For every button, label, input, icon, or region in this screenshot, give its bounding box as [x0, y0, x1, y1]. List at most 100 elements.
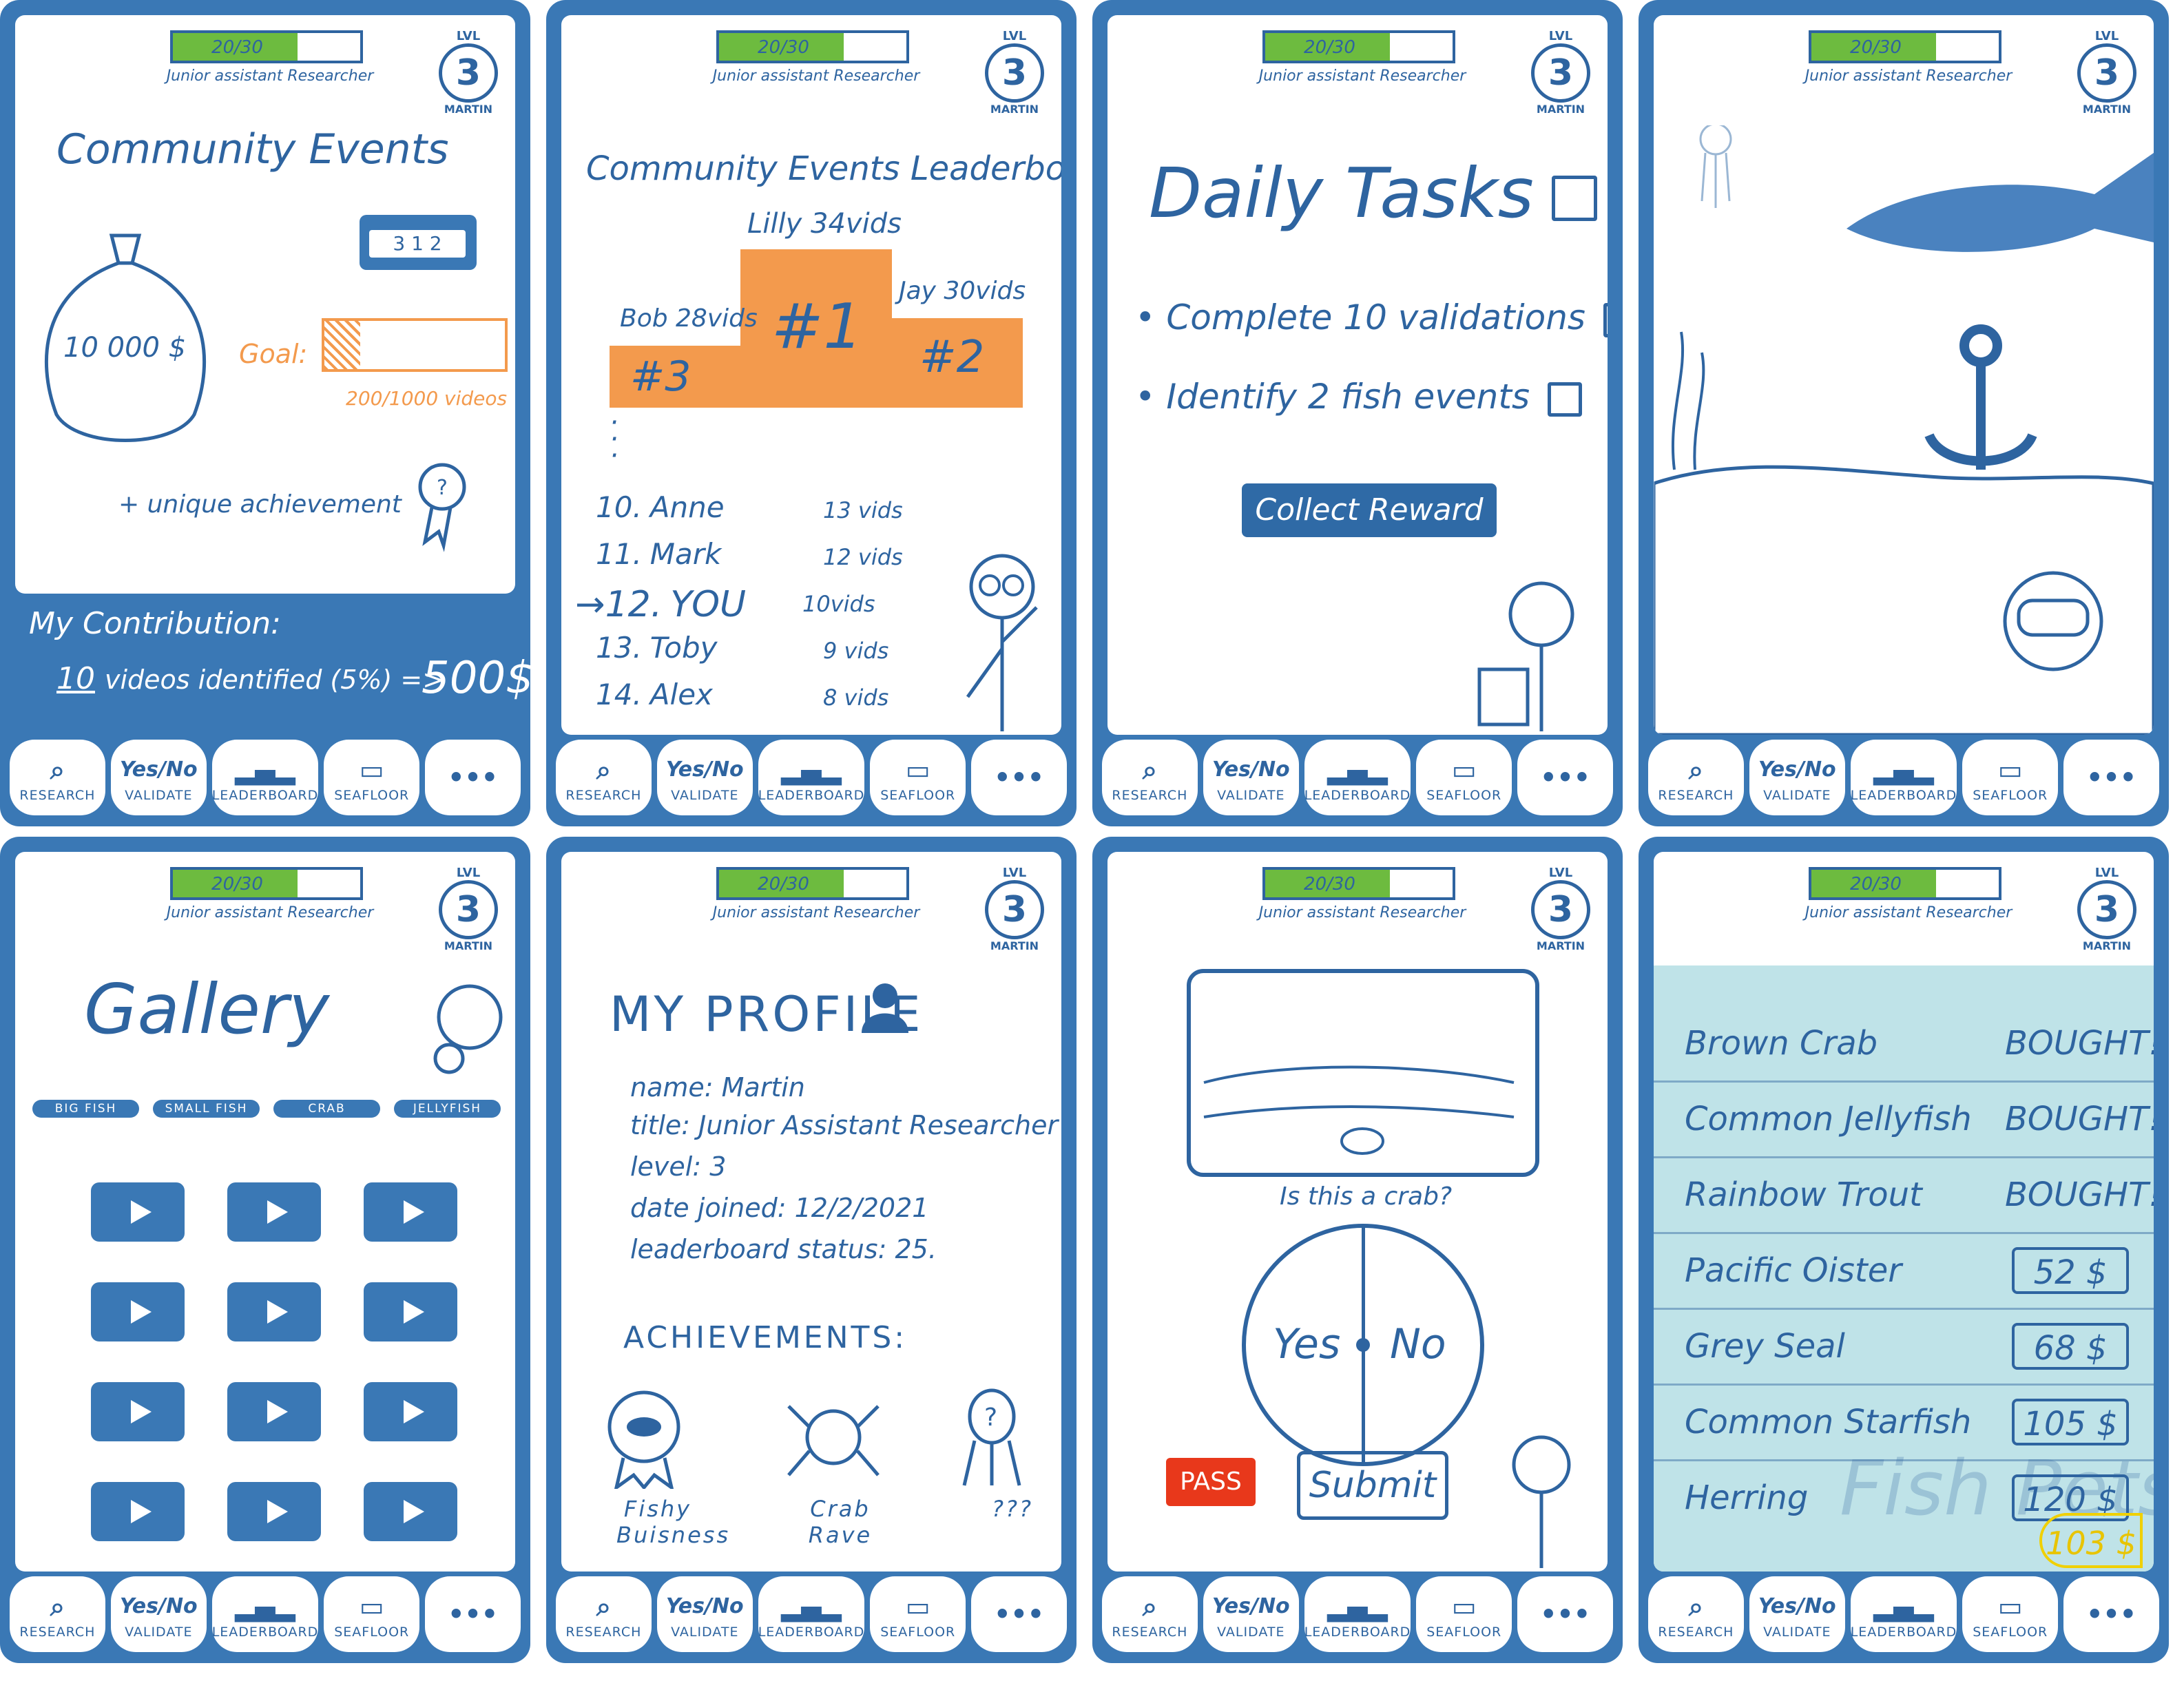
- task-checkbox[interactable]: [1548, 382, 1583, 417]
- level-badge[interactable]: LVL 3 MARTIN: [434, 866, 503, 955]
- pass-button[interactable]: PASS: [1166, 1458, 1256, 1506]
- level-badge[interactable]: LVL 3 MARTIN: [980, 866, 1049, 955]
- level-badge[interactable]: LVL 3 MARTIN: [2072, 29, 2141, 118]
- row-rank: 12.: [605, 584, 663, 625]
- nav-validate-button[interactable]: Yes/No VALIDATE: [656, 740, 753, 815]
- level-badge[interactable]: LVL 3 MARTIN: [1526, 29, 1595, 118]
- nav-more-button[interactable]: •••: [425, 740, 521, 815]
- more-icon: •••: [1540, 762, 1591, 793]
- filter-jellyfish[interactable]: JELLYFISH: [394, 1100, 501, 1118]
- rank-title: Junior assistant Researcher: [1805, 904, 2013, 921]
- nav-seafloor-button[interactable]: ▭ SEAFLOOR: [1962, 740, 2059, 815]
- diver-icon: [2003, 571, 2103, 671]
- rank-title: Junior assistant Researcher: [1258, 67, 1466, 85]
- nav-research-button[interactable]: ⌕ RESEARCH: [1648, 740, 1744, 815]
- nav-research-button[interactable]: ⌕ RESEARCH: [1648, 1576, 1744, 1652]
- nav-leaderboard-button[interactable]: ▂▄▂ LEADERBOARD: [1304, 740, 1411, 815]
- nav-validate-button[interactable]: Yes/No VALIDATE: [656, 1576, 753, 1652]
- filter-small-fish[interactable]: SMALL FISH: [153, 1100, 260, 1118]
- nav-research-button[interactable]: ⌕ RESEARCH: [1102, 1576, 1198, 1652]
- video-thumbnail[interactable]: [91, 1282, 185, 1341]
- podium-third-name: Bob 28vids: [620, 304, 758, 333]
- page-title: Gallery: [84, 969, 330, 1050]
- nav-validate-button[interactable]: Yes/No VALIDATE: [110, 740, 207, 815]
- nav-validate-button[interactable]: Yes/No VALIDATE: [110, 1576, 207, 1652]
- nav-more-button[interactable]: •••: [425, 1576, 521, 1652]
- nav-validate-button[interactable]: Yes/No VALIDATE: [1749, 1576, 1845, 1652]
- buy-price-button[interactable]: 52 $: [2012, 1247, 2129, 1294]
- nav-more-button[interactable]: •••: [1517, 740, 1614, 815]
- nav-leaderboard-button[interactable]: ▂▄▂ LEADERBOARD: [1850, 1576, 1957, 1652]
- nav-seafloor-button[interactable]: ▭ SEAFLOOR: [1416, 740, 1512, 815]
- nav-leaderboard-button[interactable]: ▂▄▂ LEADERBOARD: [1850, 740, 1957, 815]
- profile-level: level: 3: [630, 1151, 727, 1182]
- level-badge[interactable]: LVL 3 MARTIN: [1526, 866, 1595, 955]
- nav-seafloor-button[interactable]: ▭ SEAFLOOR: [870, 740, 966, 815]
- nav-research-button[interactable]: ⌕ RESEARCH: [1102, 740, 1198, 815]
- screen-seafloor: 20/30 Junior assistant Researcher LVL 3 MART…: [1639, 0, 2169, 826]
- video-thumbnail[interactable]: [364, 1182, 457, 1242]
- no-option[interactable]: No: [1390, 1320, 1446, 1368]
- nav-more-button[interactable]: •••: [971, 740, 1068, 815]
- podium-icon: ▂▄▂: [781, 755, 842, 785]
- nav-validate-button[interactable]: Yes/No VALIDATE: [1203, 740, 1299, 815]
- rank-title: Junior assistant Researcher: [712, 904, 920, 921]
- nav-leaderboard-button[interactable]: ▂▄▂ LEADERBOARD: [758, 740, 865, 815]
- video-thumbnail[interactable]: [91, 1382, 185, 1441]
- video-thumbnail[interactable]: [91, 1482, 185, 1541]
- nav-research-button[interactable]: ⌕ RESEARCH: [10, 1576, 105, 1652]
- contribution-title: My Contribution:: [29, 606, 282, 641]
- nav-seafloor-button[interactable]: ▭ SEAFLOOR: [324, 740, 420, 815]
- level-badge[interactable]: LVL 3 MARTIN: [2072, 866, 2141, 955]
- nav-label: SEAFLOOR: [1973, 1625, 2048, 1640]
- image-icon: ▭: [1997, 755, 2023, 785]
- collect-reward-button[interactable]: Collect Reward: [1242, 483, 1497, 537]
- buy-price-button[interactable]: 105 $: [2012, 1399, 2129, 1445]
- podium-icon: ▂▄▂: [1873, 1591, 1934, 1622]
- nav-validate-button[interactable]: Yes/No VALIDATE: [1203, 1576, 1299, 1652]
- row-vids: 10vids: [802, 591, 875, 617]
- video-thumbnail[interactable]: [364, 1282, 457, 1341]
- nav-leaderboard-button[interactable]: ▂▄▂ LEADERBOARD: [211, 740, 319, 815]
- nav-more-button[interactable]: •••: [971, 1576, 1068, 1652]
- nav-leaderboard-button[interactable]: ▂▄▂ LEADERBOARD: [211, 1576, 319, 1652]
- podium-badge[interactable]: 3 1 2: [360, 215, 477, 270]
- video-thumbnail[interactable]: [227, 1482, 321, 1541]
- nav-more-button[interactable]: •••: [2063, 1576, 2160, 1652]
- level-badge[interactable]: LVL 3 MARTIN: [434, 29, 503, 118]
- nav-seafloor-button[interactable]: ▭ SEAFLOOR: [1416, 1576, 1512, 1652]
- nav-label: SEAFLOOR: [880, 1625, 956, 1640]
- video-thumbnail[interactable]: [227, 1182, 321, 1242]
- nav-research-button[interactable]: ⌕ RESEARCH: [556, 740, 652, 815]
- yes-option[interactable]: Yes: [1273, 1320, 1340, 1368]
- bottom-nav: ⌕ RESEARCH Yes/No VALIDATE ▂▄▂ LEADERBOARD ▭ SE…: [1102, 740, 1614, 815]
- image-icon: ▭: [359, 755, 384, 785]
- nav-seafloor-button[interactable]: ▭ SEAFLOOR: [324, 1576, 420, 1652]
- submit-button[interactable]: Submit: [1297, 1451, 1448, 1520]
- video-thumbnail[interactable]: [227, 1382, 321, 1441]
- nav-more-button[interactable]: •••: [1517, 1576, 1614, 1652]
- video-thumbnail[interactable]: [364, 1382, 457, 1441]
- filter-big-fish[interactable]: BIG FISH: [32, 1100, 139, 1118]
- buy-price-button[interactable]: 68 $: [2012, 1323, 2129, 1370]
- filter-crab[interactable]: CRAB: [273, 1100, 380, 1118]
- pet-name: Pacific Oister: [1685, 1251, 1902, 1290]
- contribution-text: videos identified (5%) =>: [105, 665, 445, 695]
- nav-seafloor-button[interactable]: ▭ SEAFLOOR: [1962, 1576, 2059, 1652]
- nav-research-button[interactable]: ⌕ RESEARCH: [556, 1576, 652, 1652]
- crab-scene: [1203, 1065, 1515, 1155]
- nav-seafloor-button[interactable]: ▭ SEAFLOOR: [870, 1576, 966, 1652]
- task-checkbox[interactable]: [1603, 302, 1608, 337]
- nav-leaderboard-button[interactable]: ▂▄▂ LEADERBOARD: [758, 1576, 865, 1652]
- profile-name: name: Martin: [630, 1072, 805, 1103]
- nav-more-button[interactable]: •••: [2063, 740, 2160, 815]
- nav-research-button[interactable]: ⌕ RESEARCH: [10, 740, 105, 815]
- level-badge[interactable]: LVL 3 MARTIN: [980, 29, 1049, 118]
- podium-icon: ▂▄▂: [235, 1591, 295, 1622]
- video-thumbnail[interactable]: [227, 1282, 321, 1341]
- nav-validate-button[interactable]: Yes/No VALIDATE: [1749, 740, 1845, 815]
- video-thumbnail[interactable]: [91, 1182, 185, 1242]
- video-thumbnail[interactable]: [364, 1482, 457, 1541]
- nav-leaderboard-button[interactable]: ▂▄▂ LEADERBOARD: [1304, 1576, 1411, 1652]
- thinking-character-icon: [1512, 1435, 1571, 1568]
